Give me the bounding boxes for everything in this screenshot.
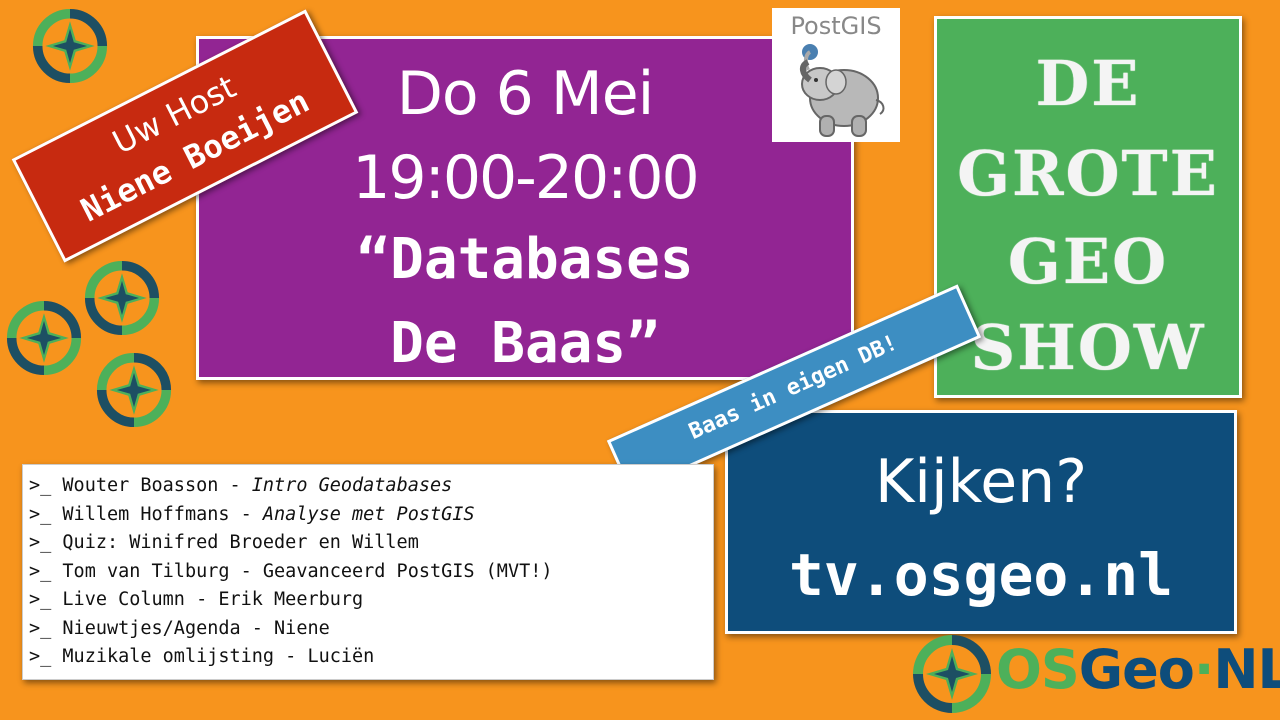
- osgeo-compass-icon: [913, 635, 991, 713]
- prompt-glyph: >_: [29, 589, 52, 610]
- osgeo-logo-geo: Geo: [1078, 638, 1195, 701]
- program-item-topic: Intro Geodatabases: [251, 475, 453, 496]
- program-item-text: Willem Hoffmans -: [62, 503, 263, 525]
- list-item: >_ Live Column - Erik Meerburg: [29, 589, 713, 618]
- postgis-logo: PostGIS: [772, 8, 900, 142]
- prompt-glyph: >_: [29, 560, 52, 582]
- list-item: >_ Tom van Tilburg - Geavanceerd PostGIS…: [29, 561, 713, 590]
- osgeo-nl-logo: OSGeo·NL: [912, 632, 1280, 716]
- list-item: >_ Muzikale omlijsting - Luciën: [29, 646, 713, 675]
- list-item: >_ Nieuwtjes/Agenda - Niene: [29, 618, 713, 647]
- compass-icon: [6, 300, 82, 376]
- watch-panel: Kijken? tv.osgeo.nl: [725, 410, 1237, 634]
- program-item-text: Quiz: Winifred Broeder en Willem: [62, 532, 419, 553]
- event-time: 19:00-20:00: [352, 143, 699, 213]
- show-title-word: GROTE: [957, 137, 1219, 210]
- compass-icon: [32, 8, 108, 84]
- program-item-text: Wouter Boasson -: [62, 475, 252, 496]
- show-title-word: GEO: [1007, 225, 1169, 298]
- compass-icon: [96, 352, 172, 428]
- list-item: >_ Wouter Boasson - Intro Geodatabases: [29, 475, 713, 504]
- program-item-text: Nieuwtjes/Agenda - Niene: [62, 617, 330, 639]
- show-title-panel: DE GROTE GEO SHOW: [934, 16, 1242, 398]
- program-list: >_ Wouter Boasson - Intro Geodatabases >…: [22, 464, 714, 680]
- event-title-line-2: De Baas”: [390, 311, 660, 376]
- event-title-line-1: “Databases: [356, 227, 694, 292]
- program-item-topic: Analyse met PostGIS: [262, 503, 475, 525]
- postgis-logo-text: PostGIS: [790, 12, 882, 40]
- prompt-glyph: >_: [29, 617, 52, 639]
- prompt-glyph: >_: [29, 532, 52, 553]
- program-item-text: Live Column - Erik Meerburg: [62, 589, 364, 610]
- watch-url-link[interactable]: tv.osgeo.nl: [728, 541, 1234, 609]
- show-title-word: SHOW: [970, 311, 1206, 384]
- prompt-glyph: >_: [29, 503, 52, 525]
- list-item: >_ Willem Hoffmans - Analyse met PostGIS: [29, 504, 713, 533]
- osgeo-logo-nl: NL: [1213, 638, 1280, 701]
- prompt-glyph: >_: [29, 646, 52, 667]
- show-title-word: DE: [1035, 47, 1141, 120]
- postgis-elephant-icon: [800, 44, 885, 137]
- list-item: >_ Quiz: Winifred Broeder en Willem: [29, 532, 713, 561]
- osgeo-logo-dot: ·: [1193, 638, 1214, 701]
- prompt-glyph: >_: [29, 475, 52, 496]
- osgeo-logo-os: OS: [996, 638, 1080, 701]
- program-item-text: Tom van Tilburg - Geavanceerd PostGIS (M…: [62, 560, 553, 582]
- compass-icon: [84, 260, 160, 336]
- watch-question: Kijken?: [874, 447, 1088, 517]
- program-item-text: Muzikale omlijsting - Luciën: [62, 646, 375, 667]
- osgeo-logo-text: OSGeo·NL: [996, 638, 1280, 701]
